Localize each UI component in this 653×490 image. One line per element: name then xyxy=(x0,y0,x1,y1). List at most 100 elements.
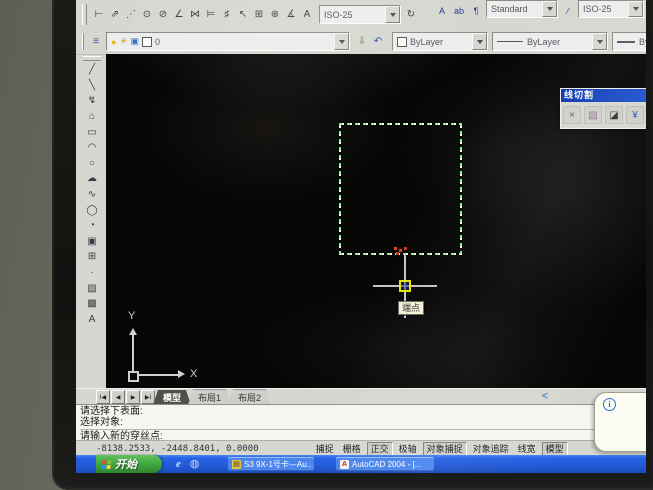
make-object-layer-current-button[interactable]: ⇩ xyxy=(354,32,370,52)
quick-leader-button[interactable]: ↖ xyxy=(235,5,251,25)
layer-properties-button[interactable]: ≡ xyxy=(88,32,104,52)
chevron-down-icon[interactable] xyxy=(628,1,643,17)
layer-combo[interactable]: ● ☀ ▣ 0 xyxy=(106,32,350,51)
wirecut-toolbar-title[interactable]: 线切割 xyxy=(561,89,646,102)
multiline-text-button[interactable]: A xyxy=(81,312,103,328)
diameter-dimension-button[interactable]: ⊘ xyxy=(155,5,171,25)
coordinate-readout[interactable]: -8138.2533, -2448.8401, 0.0000 xyxy=(96,444,259,454)
style-manager-icon[interactable]: ¶ xyxy=(469,4,483,18)
linetype-control-combo[interactable]: ByLayer xyxy=(492,32,608,51)
circle-button[interactable]: ○ xyxy=(81,156,103,172)
ucs-x-axis xyxy=(137,374,179,376)
dimension-edit-button[interactable]: ∡ xyxy=(283,5,299,25)
last-tab-button[interactable]: ▶I xyxy=(141,390,155,404)
radius-dimension-button[interactable]: ⊙ xyxy=(139,5,155,25)
toggle-lineweight[interactable]: 线宽 xyxy=(515,443,539,455)
dim-style-brush-icon[interactable]: ∕ xyxy=(561,4,575,18)
chevron-down-icon[interactable] xyxy=(592,33,607,50)
angular-dimension-button[interactable]: ∠ xyxy=(171,5,187,25)
command-window[interactable]: 请选择下表面: 选择对象: 请输入新的穿丝点: xyxy=(76,404,646,442)
tab-layout1[interactable]: 布局1 xyxy=(188,389,231,405)
toggle-otrack[interactable]: 对象追踪 xyxy=(470,443,512,455)
windows-taskbar: 开始 e ◍ ▤ S3 9X-1号卡---Au.. A AutoCAD 2004… xyxy=(76,455,646,473)
wirecut-workpiece-icon[interactable]: ▨ xyxy=(584,106,602,124)
ucs-y-label: Y xyxy=(128,310,135,322)
baseline-dimension-button[interactable]: ⊨ xyxy=(203,5,219,25)
selected-square-object[interactable] xyxy=(339,123,462,255)
rectangle-button[interactable]: ▭ xyxy=(81,124,103,140)
edit-text-icon[interactable]: ab xyxy=(452,4,466,18)
next-tab-button[interactable]: ▶ xyxy=(126,390,140,404)
color-chip xyxy=(397,37,407,47)
layer-lock-icon[interactable]: ▣ xyxy=(131,36,140,47)
dimension-text-edit-button[interactable]: A xyxy=(299,5,315,25)
construction-line-button[interactable]: ╲ xyxy=(81,78,103,94)
layer-previous-button[interactable]: ↶ xyxy=(370,32,386,52)
wirecut-path-icon[interactable]: ◪ xyxy=(605,106,623,124)
layers-properties-toolbar: ≡ ● ☀ ▣ 0 ⇩ ↶ ByLayer ByLayer ByLayer xyxy=(76,29,646,55)
endpoint-osnap-marker xyxy=(399,280,411,292)
chevron-down-icon[interactable] xyxy=(334,33,349,50)
dim-style-combo-top[interactable]: ISO-25 xyxy=(578,0,644,18)
quick-dimension-button[interactable]: ⋈ xyxy=(187,5,203,25)
tab-model[interactable]: 模型 xyxy=(153,390,191,405)
prev-tab-button[interactable]: ◀ xyxy=(111,390,125,404)
center-mark-button[interactable]: ⊕ xyxy=(267,5,283,25)
chevron-down-icon[interactable] xyxy=(472,33,487,50)
square-edge-right xyxy=(460,123,462,255)
text-style-combo[interactable]: Standard xyxy=(486,0,558,18)
dim-style-combo[interactable]: ISO-25 xyxy=(319,5,401,24)
spline-button[interactable]: ∿ xyxy=(81,187,103,203)
color-control-combo[interactable]: ByLayer xyxy=(392,32,488,51)
text-style-icon[interactable]: A xyxy=(435,4,449,18)
toolbar-grip[interactable] xyxy=(82,33,84,51)
layout-tab-bar: I◀ ◀ ▶ ▶I 模型 布局1 布局2 < xyxy=(76,388,646,405)
toolbar-grip[interactable] xyxy=(83,56,101,61)
toggle-snap[interactable]: 捕捉 xyxy=(313,443,337,455)
tab-layout2[interactable]: 布局2 xyxy=(228,389,271,405)
toggle-ortho[interactable]: 正交 xyxy=(367,442,393,456)
chevron-down-icon[interactable] xyxy=(542,1,557,17)
toggle-osnap[interactable]: 对象捕捉 xyxy=(423,442,467,456)
region-button[interactable]: ▩ xyxy=(81,296,103,312)
ellipse-button[interactable]: ◯ xyxy=(81,202,103,218)
ordinate-dimension-button[interactable]: ⋰ xyxy=(123,5,139,25)
linear-dimension-button[interactable]: ⊢ xyxy=(91,5,107,25)
tolerance-button[interactable]: ⊞ xyxy=(251,5,267,25)
make-block-button[interactable]: ⊞ xyxy=(81,249,103,265)
arc-button[interactable]: ◠ xyxy=(81,140,103,156)
start-button[interactable]: 开始 xyxy=(96,455,162,473)
toggle-polar[interactable]: 极轴 xyxy=(396,443,420,455)
wirecut-operator-icon[interactable]: ¥ xyxy=(626,106,644,124)
line-button[interactable]: ╱ xyxy=(81,62,103,78)
revision-cloud-button[interactable]: ☁ xyxy=(81,171,103,187)
wirecut-tools-icon[interactable]: × xyxy=(563,106,581,124)
toggle-grid[interactable]: 栅格 xyxy=(340,443,364,455)
task-button-wirecut-card[interactable]: ▤ S3 9X-1号卡---Au.. xyxy=(228,457,314,471)
text-style-value: Standard xyxy=(491,4,528,14)
lineweight-control-combo[interactable]: ByLayer xyxy=(612,32,646,51)
dimension-update-button[interactable]: ↻ xyxy=(401,5,421,25)
quick-launch-icon[interactable]: ◍ xyxy=(188,457,201,470)
toolbar-grip[interactable] xyxy=(82,4,87,24)
polygon-button[interactable]: ⌂ xyxy=(81,109,103,125)
wire-entry-point-marker xyxy=(394,247,397,250)
drawing-canvas[interactable]: 端点 Y X 线切割 × ▨ ◪ ¥ ! ▌ xyxy=(106,54,646,388)
layer-freeze-icon[interactable]: ☀ xyxy=(119,36,127,47)
continue-dimension-button[interactable]: ♯ xyxy=(219,5,235,25)
task-button-autocad[interactable]: A AutoCAD 2004 - [... xyxy=(336,457,434,471)
point-button[interactable]: · xyxy=(81,265,103,281)
aligned-dimension-button[interactable]: ⇗ xyxy=(107,5,123,25)
status-bar: -8138.2533, -2448.8401, 0.0000 捕捉 栅格 正交 … xyxy=(76,440,646,456)
polyline-button[interactable]: ↯ xyxy=(81,93,103,109)
linetype-sample xyxy=(497,41,523,42)
insert-block-button[interactable]: ▣ xyxy=(81,234,103,250)
first-tab-button[interactable]: I◀ xyxy=(96,390,110,404)
tab-scroll-indicator[interactable]: < xyxy=(542,391,548,402)
toggle-model-space[interactable]: 模型 xyxy=(542,442,568,456)
ellipse-arc-button[interactable]: ◔ xyxy=(81,218,103,234)
internet-explorer-icon[interactable]: e xyxy=(172,457,185,470)
hatch-button[interactable]: ▨ xyxy=(81,280,103,296)
layer-on-off-icon[interactable]: ● xyxy=(111,37,116,47)
chevron-down-icon[interactable] xyxy=(385,6,400,23)
